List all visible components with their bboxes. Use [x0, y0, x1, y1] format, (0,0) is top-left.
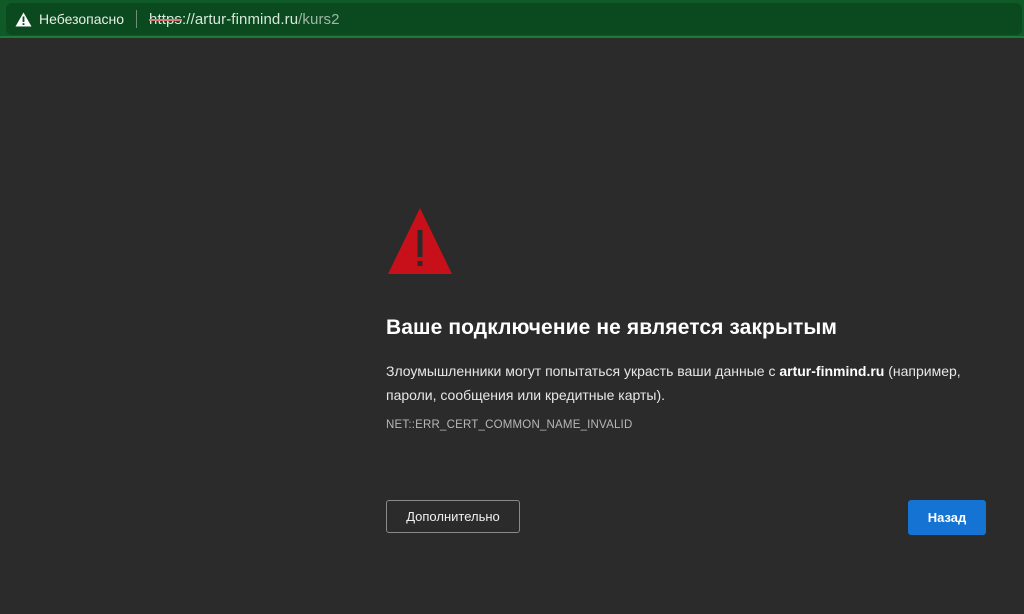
url-separator: ://: [182, 10, 195, 28]
url-scheme: https: [149, 10, 183, 28]
page-title: Ваше подключение не является закрытым: [386, 316, 838, 339]
description-host: artur-finmind.ru: [779, 363, 885, 379]
address-bar: Небезопасно https://artur-finmind.ru/kur…: [0, 0, 1024, 38]
advanced-button[interactable]: Дополнительно: [386, 500, 520, 533]
url-text[interactable]: https://artur-finmind.ru/kurs2: [149, 11, 340, 28]
url-path: /kurs2: [298, 10, 340, 28]
large-warning-triangle-icon: [386, 206, 454, 274]
security-status-label[interactable]: Небезопасно: [39, 11, 124, 27]
error-code[interactable]: NET::ERR_CERT_COMMON_NAME_INVALID: [386, 419, 986, 431]
description-prefix: Злоумышленники могут попытаться украсть …: [386, 363, 780, 379]
error-content: Ваше подключение не является закрытым Зл…: [386, 206, 986, 431]
error-description: Злоумышленники могут попытаться украсть …: [386, 359, 986, 407]
omnibox[interactable]: Небезопасно https://artur-finmind.ru/kur…: [6, 3, 1022, 35]
warning-triangle-icon[interactable]: [14, 11, 32, 27]
address-divider: [136, 10, 138, 28]
back-button[interactable]: Назад: [908, 500, 986, 535]
url-host: artur-finmind.ru: [194, 10, 299, 28]
